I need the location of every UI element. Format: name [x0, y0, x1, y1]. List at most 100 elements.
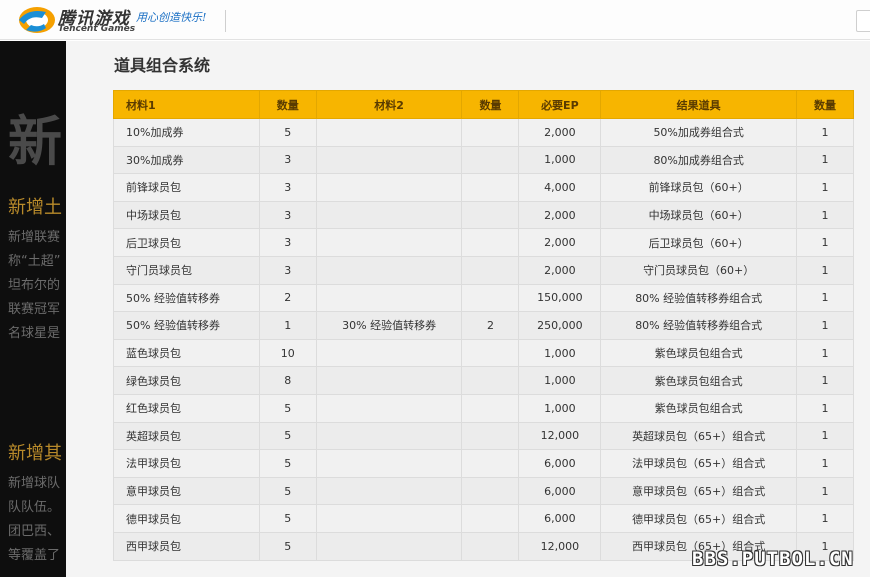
material2-cell [315, 531, 463, 561]
qty1-cell: 8 [258, 366, 317, 395]
qty3-cell: 1 [796, 118, 854, 147]
qty3-cell: 1 [796, 145, 854, 175]
material1-cell: 30%加成券 [113, 145, 260, 175]
material2-cell [315, 228, 463, 257]
background-line: 团巴西、 [8, 524, 61, 539]
header-search-box[interactable] [856, 10, 870, 32]
table-row: 中场球员包 3 2,000 中场球员包（60+） 1 [113, 200, 854, 230]
ep-cell: 2,000 [518, 255, 602, 285]
qty2-cell [461, 228, 520, 257]
qty2-cell [461, 118, 520, 147]
material2-cell: 30% 经验值转移券 [315, 311, 463, 340]
material1-cell: 中场球员包 [113, 200, 260, 230]
col-header-material1: 材料1 [113, 90, 260, 119]
table-row: 前锋球员包 3 4,000 前锋球员包（60+） 1 [113, 173, 854, 202]
result-cell: 法甲球员包（65+）组合式 [600, 449, 798, 478]
ep-cell: 1,000 [518, 366, 602, 395]
result-cell: 中场球员包（60+） [600, 200, 798, 230]
material1-cell: 前锋球员包 [113, 173, 260, 202]
material2-cell [315, 449, 463, 478]
qty3-cell: 1 [796, 366, 854, 395]
material1-cell: 法甲球员包 [113, 449, 260, 478]
qty3-cell: 1 [796, 311, 854, 340]
material2-cell [315, 476, 463, 506]
material2-cell [315, 118, 463, 147]
table-row: 意甲球员包 5 6,000 意甲球员包（65+）组合式 1 [113, 476, 854, 506]
result-cell: 80% 经验值转移券组合式 [600, 311, 798, 340]
table-row: 后卫球员包 3 2,000 后卫球员包（60+） 1 [113, 228, 854, 257]
qty2-cell [461, 145, 520, 175]
tencent-games-logo-icon[interactable] [16, 4, 58, 36]
qty2-cell [461, 531, 520, 561]
background-line: 队队伍。 [8, 500, 61, 515]
qty3-cell: 1 [796, 228, 854, 257]
background-line: 坦布尔的 [8, 278, 61, 293]
col-header-result: 结果道具 [600, 90, 798, 119]
brand-name-en: Tencent Games [58, 24, 136, 34]
top-header: 腾讯游戏 Tencent Games 用心创造快乐! [0, 0, 870, 40]
result-cell: 80%加成券组合式 [600, 145, 798, 175]
material1-cell: 蓝色球员包 [113, 338, 260, 368]
ep-cell: 1,000 [518, 338, 602, 368]
background-line: 新增球队 [8, 476, 61, 491]
ep-cell: 6,000 [518, 476, 602, 506]
col-header-qty2: 数量 [461, 90, 520, 119]
table-row: 50% 经验值转移券 2 150,000 80% 经验值转移券组合式 1 [113, 283, 854, 313]
table-row: 50% 经验值转移券 1 30% 经验值转移券 2 250,000 80% 经验值转移券组… [113, 311, 854, 340]
qty3-cell: 1 [796, 200, 854, 230]
background-line: 联赛冠军 [8, 302, 61, 317]
qty3-cell: 1 [796, 393, 854, 423]
qty2-cell [461, 449, 520, 478]
material1-cell: 后卫球员包 [113, 228, 260, 257]
table-header-row: 材料1 数量 材料2 数量 必要EP 结果道具 数量 [113, 90, 854, 119]
qty3-cell: 1 [796, 476, 854, 506]
ep-cell: 4,000 [518, 173, 602, 202]
background-line: 新增联赛 [8, 230, 61, 245]
result-cell: 守门员球员包（60+） [600, 255, 798, 285]
qty3-cell: 1 [796, 421, 854, 451]
material2-cell [315, 255, 463, 285]
qty3-cell: 1 [796, 173, 854, 202]
table-row: 10%加成券 5 2,000 50%加成券组合式 1 [113, 118, 854, 147]
material2-cell [315, 366, 463, 395]
header-divider [225, 10, 226, 32]
qty3-cell: 1 [796, 504, 854, 533]
qty3-cell: 1 [796, 449, 854, 478]
material2-cell [315, 283, 463, 313]
background-big-char: 新 [8, 110, 62, 173]
material1-cell: 意甲球员包 [113, 476, 260, 506]
material1-cell: 英超球员包 [113, 421, 260, 451]
qty3-cell: 1 [796, 283, 854, 313]
material1-cell: 10%加成券 [113, 118, 260, 147]
qty2-cell [461, 338, 520, 368]
ep-cell: 12,000 [518, 421, 602, 451]
ep-cell: 2,000 [518, 200, 602, 230]
table-row: 守门员球员包 3 2,000 守门员球员包（60+） 1 [113, 255, 854, 285]
material2-cell [315, 173, 463, 202]
qty1-cell: 1 [258, 311, 317, 340]
qty1-cell: 3 [258, 228, 317, 257]
modal-title: 道具组合系统 [114, 56, 211, 75]
qty2-cell [461, 366, 520, 395]
qty1-cell: 2 [258, 283, 317, 313]
ep-cell: 1,000 [518, 393, 602, 423]
table-row: 法甲球员包 5 6,000 法甲球员包（65+）组合式 1 [113, 449, 854, 478]
ep-cell: 2,000 [518, 118, 602, 147]
qty2-cell [461, 421, 520, 451]
table-row: 英超球员包 5 12,000 英超球员包（65+）组合式 1 [113, 421, 854, 451]
ep-cell: 2,000 [518, 228, 602, 257]
background-page: 新 新增土 新增联赛 称“土超” 坦布尔的 联赛冠军 名球星是 新增其 新增球队… [0, 41, 66, 577]
material2-cell [315, 421, 463, 451]
table-row: 红色球员包 5 1,000 紫色球员包组合式 1 [113, 393, 854, 423]
material2-cell [315, 338, 463, 368]
material1-cell: 50% 经验值转移券 [113, 283, 260, 313]
qty2-cell [461, 476, 520, 506]
ep-cell: 12,000 [518, 531, 602, 561]
ep-cell: 6,000 [518, 504, 602, 533]
table-row: 德甲球员包 5 6,000 德甲球员包（65+）组合式 1 [113, 504, 854, 533]
qty2-cell [461, 504, 520, 533]
qty2-cell [461, 393, 520, 423]
ep-cell: 6,000 [518, 449, 602, 478]
result-cell: 意甲球员包（65+）组合式 [600, 476, 798, 506]
qty1-cell: 5 [258, 118, 317, 147]
